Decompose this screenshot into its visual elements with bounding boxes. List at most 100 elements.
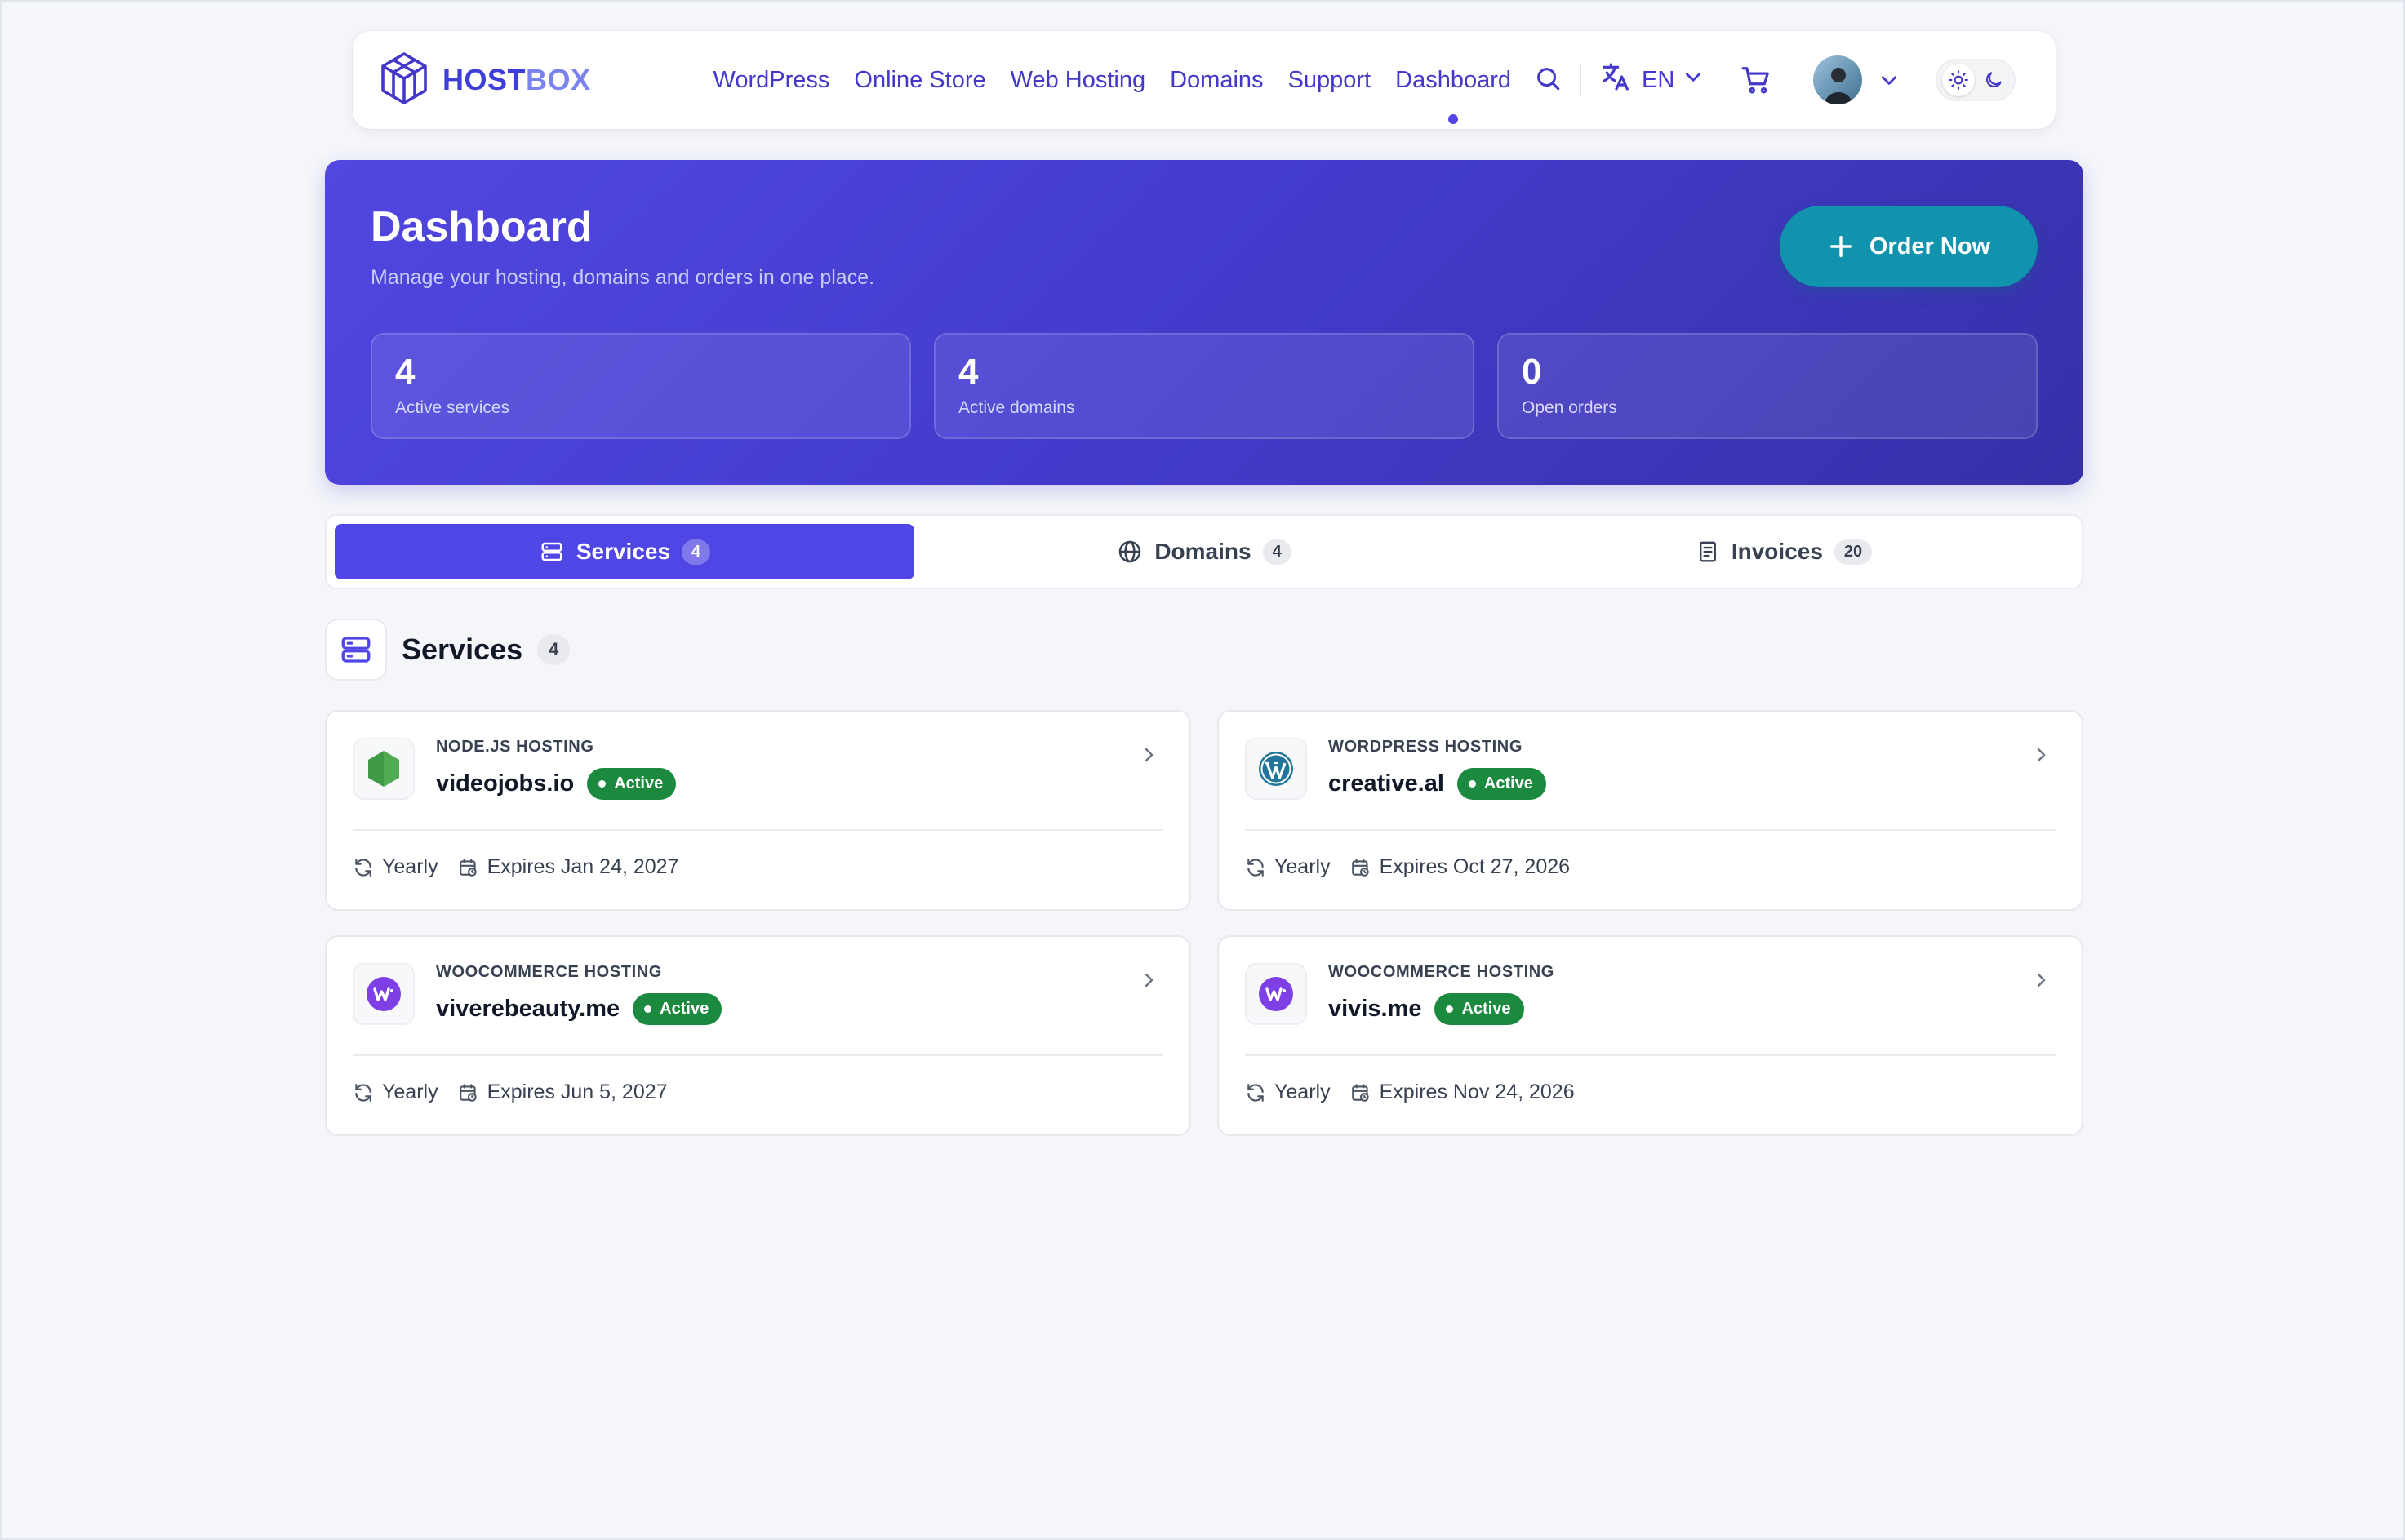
service-type: WOOCOMMERCE HOSTING xyxy=(436,963,662,981)
status-badge: Active xyxy=(587,768,677,800)
tab-domains[interactable]: Domains 4 xyxy=(914,524,1494,579)
nav-link-dashboard[interactable]: Dashboard xyxy=(1395,66,1512,124)
language-selector[interactable]: EN xyxy=(1599,60,1704,100)
status-dot xyxy=(1446,1005,1454,1013)
chevron-right-icon[interactable] xyxy=(1139,970,1158,995)
tab-label: Invoices xyxy=(1731,539,1823,564)
service-domain: vivis.me xyxy=(1328,996,1422,1022)
service-type: WOOCOMMERCE HOSTING xyxy=(1328,963,1554,981)
theme-toggle[interactable] xyxy=(1936,59,2016,101)
refresh-icon xyxy=(353,857,374,878)
tab-invoices[interactable]: Invoices 20 xyxy=(1494,524,2074,579)
chevron-right-icon[interactable] xyxy=(2031,970,2051,995)
stat-card-active-domains: 4 Active domains xyxy=(934,333,1474,439)
billing-cycle: Yearly xyxy=(353,855,438,879)
nav-link-domains[interactable]: Domains xyxy=(1170,67,1263,94)
woocommerce-icon xyxy=(1245,963,1307,1025)
user-avatar[interactable] xyxy=(1813,55,1863,104)
service-card[interactable]: WORDPRESS HOSTING creative.al Active Yea… xyxy=(1217,710,2083,911)
expiry-date: Expires Nov 24, 2026 xyxy=(1350,1081,1575,1104)
service-type: NODE.JS HOSTING xyxy=(436,738,594,756)
nav-link-wordpress[interactable]: WordPress xyxy=(713,67,830,94)
expiry-label: Expires Jun 5, 2027 xyxy=(487,1081,668,1103)
server-icon xyxy=(539,539,565,564)
expiry-date: Expires Oct 27, 2026 xyxy=(1350,855,1570,879)
document-icon xyxy=(1696,539,1720,565)
stat-label: Active domains xyxy=(958,398,1075,418)
brand-logo[interactable]: HOSTBOX xyxy=(380,51,591,109)
billing-cycle-label: Yearly xyxy=(382,855,438,878)
nav-tools: EN xyxy=(1534,55,2016,104)
status-label: Active xyxy=(614,774,664,792)
search-icon[interactable] xyxy=(1534,64,1562,96)
service-card[interactable]: WOOCOMMERCE HOSTING viverebeauty.me Acti… xyxy=(325,935,1191,1136)
chevron-right-icon[interactable] xyxy=(2031,744,2051,770)
status-label: Active xyxy=(660,1000,709,1018)
service-type: WORDPRESS HOSTING xyxy=(1328,738,1523,756)
billing-cycle-label: Yearly xyxy=(382,1081,438,1103)
tab-services[interactable]: Services 4 xyxy=(335,524,914,579)
cart-icon[interactable] xyxy=(1740,64,1772,95)
user-menu-chevron-icon[interactable] xyxy=(1878,69,1900,91)
sun-icon xyxy=(1942,64,1976,96)
stat-label: Open orders xyxy=(1522,398,1617,418)
order-now-button[interactable]: Order Now xyxy=(1780,206,2038,287)
calendar-clock-icon xyxy=(1350,1082,1371,1103)
tab-count-badge: 4 xyxy=(682,539,711,565)
calendar-clock-icon xyxy=(458,1082,479,1103)
billing-cycle: Yearly xyxy=(353,1081,438,1104)
brand-name-secondary: BOX xyxy=(526,63,591,96)
expiry-label: Expires Jan 24, 2027 xyxy=(487,855,679,878)
tab-count-badge: 20 xyxy=(1834,539,1873,565)
stat-value: 4 xyxy=(395,352,416,392)
service-domain: videojobs.io xyxy=(436,770,575,797)
language-code: EN xyxy=(1642,66,1675,93)
status-label: Active xyxy=(1483,774,1533,792)
billing-cycle-label: Yearly xyxy=(1274,1081,1331,1103)
services-grid: NODE.JS HOSTING videojobs.io Active Year… xyxy=(325,710,2083,1136)
services-section-header: Services 4 xyxy=(325,619,571,681)
service-domain: viverebeauty.me xyxy=(436,996,620,1022)
status-dot xyxy=(598,780,607,788)
stat-label: Active services xyxy=(395,398,510,418)
refresh-icon xyxy=(1245,1082,1266,1103)
globe-icon xyxy=(1117,539,1143,565)
moon-icon xyxy=(1983,69,2004,91)
tab-count-badge: 4 xyxy=(1262,539,1291,565)
chevron-down-icon xyxy=(1683,66,1704,94)
stats-row: 4 Active services 4 Active domains 0 Ope… xyxy=(371,333,2038,439)
dashboard-hero: Dashboard Manage your hosting, domains a… xyxy=(325,160,2083,485)
refresh-icon xyxy=(353,1082,374,1103)
expiry-date: Expires Jan 24, 2027 xyxy=(458,855,679,879)
calendar-clock-icon xyxy=(1350,857,1371,878)
brand-name: HOSTBOX xyxy=(442,63,591,97)
refresh-icon xyxy=(1245,857,1266,878)
stat-card-active-services: 4 Active services xyxy=(371,333,911,439)
nav-link-online-store[interactable]: Online Store xyxy=(854,67,985,94)
wordpress-icon xyxy=(1245,738,1307,800)
service-card[interactable]: NODE.JS HOSTING videojobs.io Active Year… xyxy=(325,710,1191,911)
billing-cycle: Yearly xyxy=(1245,855,1331,879)
card-divider xyxy=(353,1054,1163,1056)
service-card[interactable]: WOOCOMMERCE HOSTING vivis.me Active Year… xyxy=(1217,935,2083,1136)
order-now-label: Order Now xyxy=(1869,233,1991,260)
woocommerce-icon xyxy=(353,963,415,1025)
expiry-label: Expires Oct 27, 2026 xyxy=(1379,855,1571,878)
chevron-right-icon[interactable] xyxy=(1139,744,1158,770)
expiry-date: Expires Jun 5, 2027 xyxy=(458,1081,668,1104)
nodejs-icon xyxy=(353,738,415,800)
nav-link-dashboard-label: Dashboard xyxy=(1395,66,1512,93)
nav-link-support[interactable]: Support xyxy=(1288,67,1371,94)
service-domain: creative.al xyxy=(1328,770,1444,797)
section-title: Services xyxy=(402,632,523,666)
billing-cycle-label: Yearly xyxy=(1274,855,1331,878)
server-icon xyxy=(325,619,387,681)
card-divider xyxy=(1245,1054,2056,1056)
calendar-clock-icon xyxy=(458,857,479,878)
tab-label: Domains xyxy=(1154,539,1251,564)
nav-link-web-hosting[interactable]: Web Hosting xyxy=(1011,67,1146,94)
section-count-badge: 4 xyxy=(537,634,571,665)
dashboard-tabs: Services 4 Domains 4 Invoices 20 xyxy=(325,514,2083,589)
top-navbar: HOSTBOX WordPress Online Store Web Hosti… xyxy=(353,31,2056,129)
brand-name-primary: HOST xyxy=(442,63,527,96)
